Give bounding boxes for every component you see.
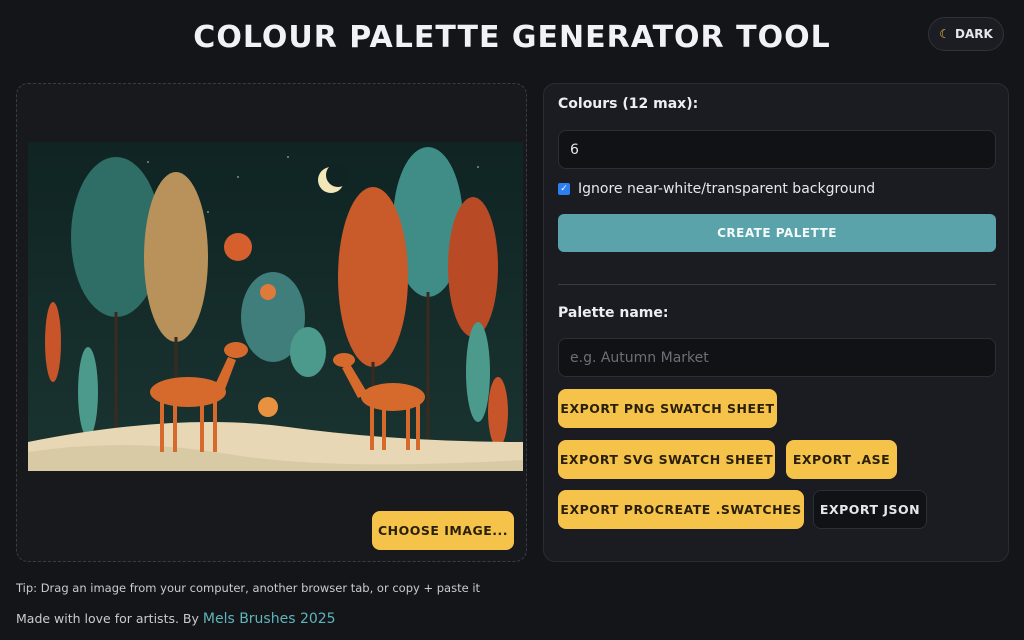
drag-tip-text: Tip: Drag an image from your computer, a… bbox=[16, 581, 481, 595]
export-procreate-button[interactable]: EXPORT PROCREATE .SWATCHES bbox=[558, 490, 804, 529]
ignore-background-label: Ignore near-white/transparent background bbox=[578, 181, 876, 197]
image-dropzone[interactable]: CHOOSE IMAGE... bbox=[16, 83, 527, 562]
palette-name-label: Palette name: bbox=[558, 305, 669, 321]
image-preview bbox=[28, 142, 523, 471]
page-title: COLOUR PALETTE GENERATOR TOOL bbox=[193, 20, 831, 55]
create-palette-button[interactable]: CREATE PALETTE bbox=[558, 214, 996, 252]
export-png-button[interactable]: EXPORT PNG SWATCH SHEET bbox=[558, 389, 777, 428]
ignore-background-row[interactable]: ✓ Ignore near-white/transparent backgrou… bbox=[558, 181, 875, 197]
export-json-button[interactable]: EXPORT JSON bbox=[813, 490, 927, 529]
theme-toggle-label: DARK bbox=[954, 27, 993, 41]
moon-icon: ☾ bbox=[939, 27, 950, 41]
footer: Made with love for artists. By Mels Brus… bbox=[16, 611, 336, 627]
forest-deer-illustration bbox=[28, 142, 523, 471]
ignore-background-checkbox[interactable]: ✓ bbox=[558, 183, 570, 195]
choose-image-button[interactable]: CHOOSE IMAGE... bbox=[372, 511, 514, 550]
divider bbox=[558, 284, 996, 285]
theme-toggle-button[interactable]: ☾ DARK bbox=[928, 17, 1004, 51]
colours-label: Colours (12 max): bbox=[558, 96, 699, 112]
export-ase-button[interactable]: EXPORT .ASE bbox=[786, 440, 897, 479]
footer-link[interactable]: Mels Brushes 2025 bbox=[203, 611, 336, 627]
export-svg-button[interactable]: EXPORT SVG SWATCH SHEET bbox=[558, 440, 775, 479]
footer-text: Made with love for artists. By bbox=[16, 611, 203, 626]
colours-count-input[interactable]: 6 bbox=[558, 130, 996, 169]
palette-name-input[interactable]: e.g. Autumn Market bbox=[558, 338, 996, 377]
controls-panel: Colours (12 max): 6 ✓ Ignore near-white/… bbox=[543, 83, 1009, 562]
